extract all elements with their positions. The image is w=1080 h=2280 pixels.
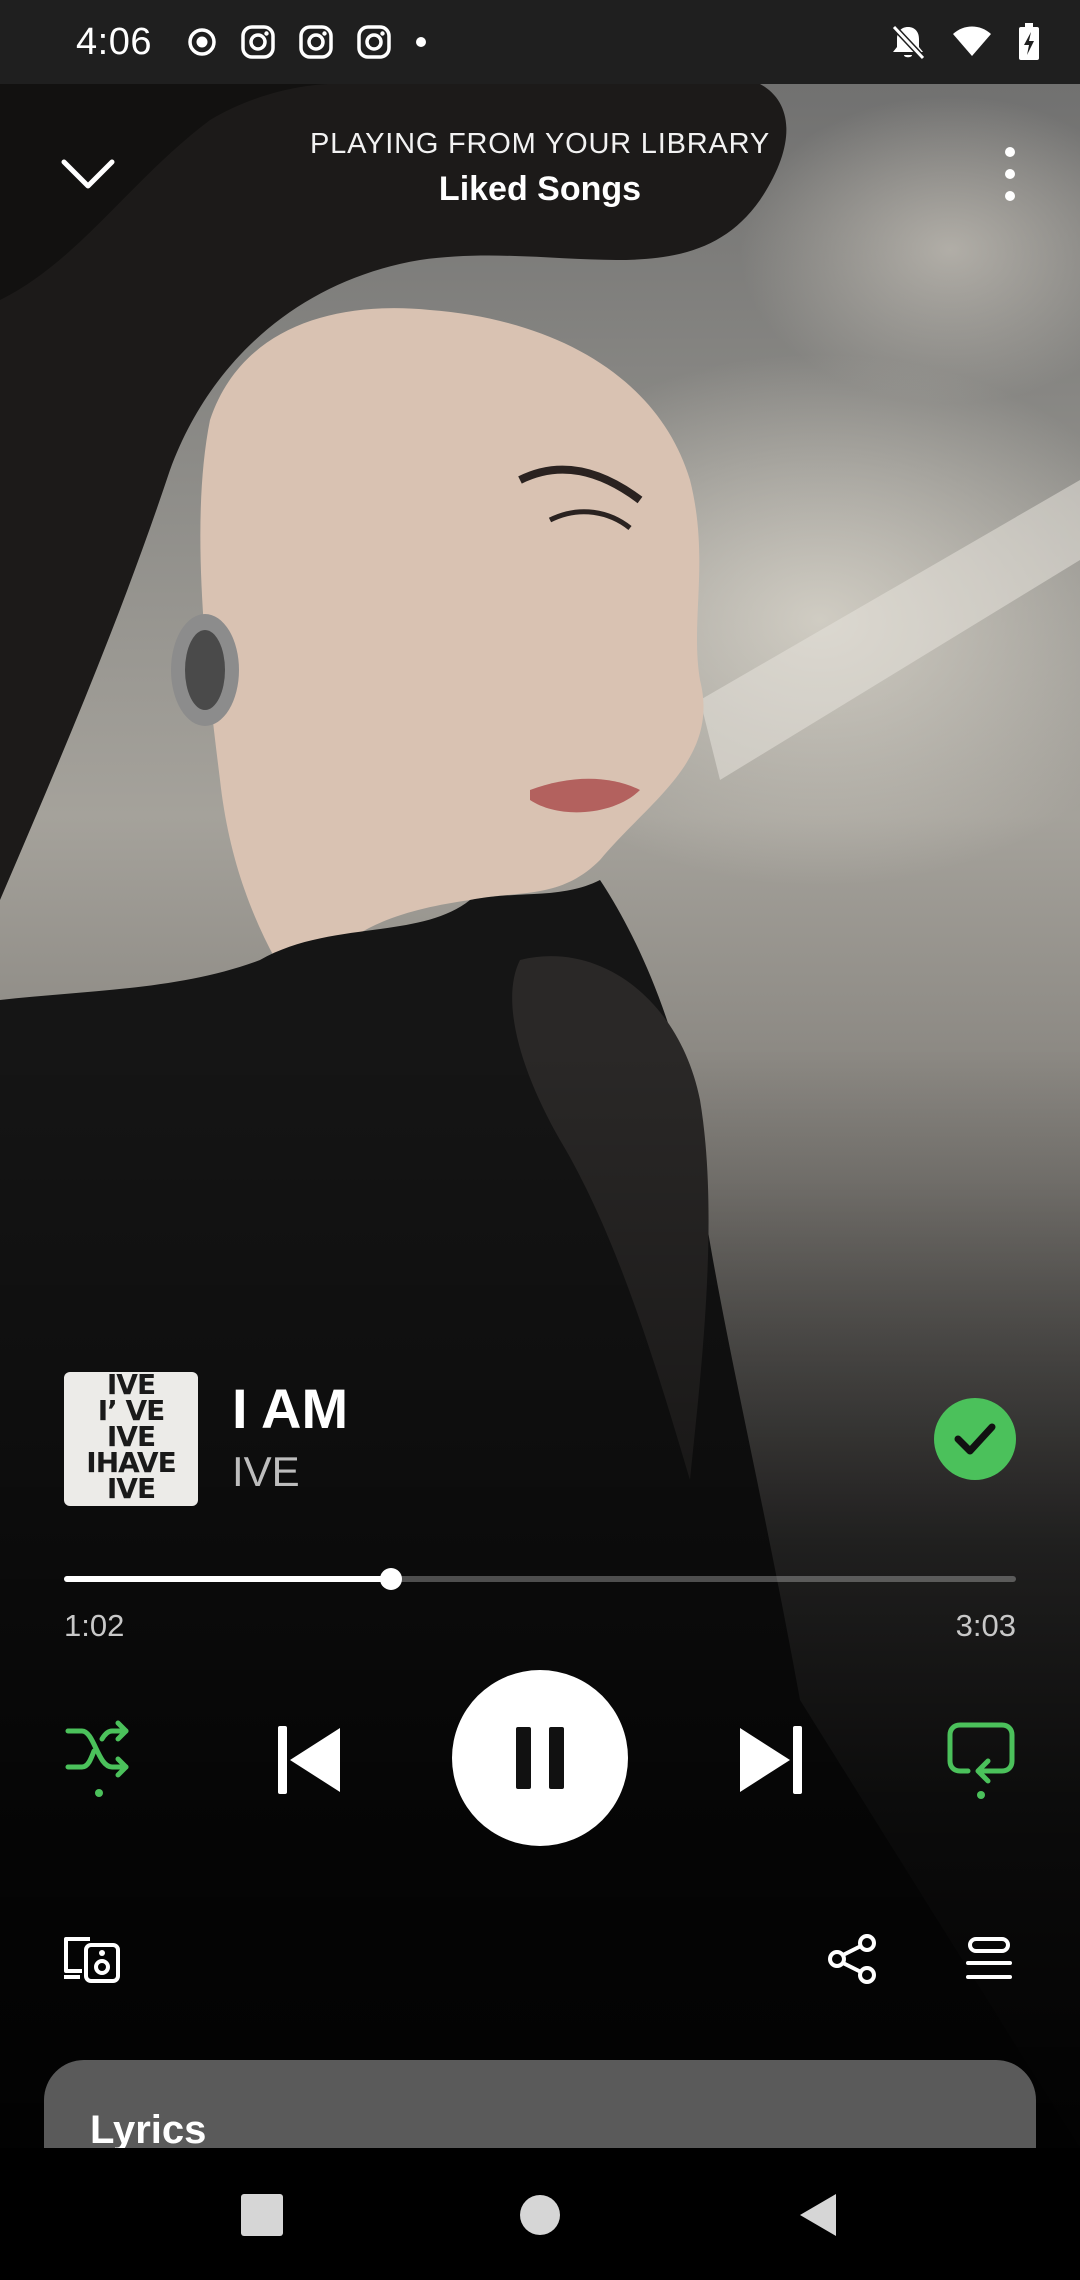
connect-devices-icon xyxy=(64,1937,120,1983)
track-info: IVE I’ VE IVE IHAVE IVE I AM IVE xyxy=(64,1372,1016,1506)
share-icon xyxy=(828,1934,876,1984)
next-button[interactable] xyxy=(728,1718,812,1802)
more-notifications-dot-icon xyxy=(414,35,428,49)
status-bar: 4:06 xyxy=(0,0,1080,84)
pause-icon xyxy=(516,1727,564,1789)
more-options-button[interactable] xyxy=(990,142,1030,206)
total-duration: 3:03 xyxy=(955,1608,1016,1643)
back-button[interactable] xyxy=(778,2180,858,2250)
instagram-icon xyxy=(298,24,334,60)
bell-off-icon xyxy=(890,23,926,61)
share-button[interactable] xyxy=(822,1928,884,1990)
wifi-icon xyxy=(952,26,992,58)
playing-context-title[interactable]: Liked Songs xyxy=(0,170,1080,209)
queue-button[interactable] xyxy=(958,1928,1020,1990)
previous-button[interactable] xyxy=(268,1718,352,1802)
liked-button[interactable] xyxy=(934,1398,1016,1480)
record-icon xyxy=(186,26,218,58)
check-icon xyxy=(954,1423,996,1455)
instagram-icon xyxy=(356,24,392,60)
album-art-text: IVE xyxy=(106,1472,156,1505)
repeat-button[interactable] xyxy=(940,1714,1022,1804)
battery-charging-icon xyxy=(1018,23,1040,61)
repeat-icon xyxy=(947,1722,1015,1799)
skip-previous-icon xyxy=(278,1726,340,1794)
system-status-icons xyxy=(890,23,1040,61)
track-artist[interactable]: IVE xyxy=(232,1448,300,1496)
home-button[interactable] xyxy=(500,2180,580,2250)
queue-icon xyxy=(966,1937,1012,1979)
playback-controls xyxy=(0,1668,1080,1848)
recents-button[interactable] xyxy=(222,2180,302,2250)
player-actions xyxy=(0,1924,1080,1994)
more-vertical-icon xyxy=(1005,147,1015,201)
playing-context-label: PLAYING FROM YOUR LIBRARY xyxy=(310,128,770,160)
lyrics-title: Lyrics xyxy=(90,2108,207,2148)
circle-icon xyxy=(520,2195,560,2235)
seek-bar-thumb[interactable] xyxy=(379,1568,402,1590)
notification-icons xyxy=(186,24,428,60)
shuffle-button[interactable] xyxy=(58,1714,140,1804)
back-triangle-icon xyxy=(800,2194,836,2236)
seek-bar[interactable] xyxy=(64,1568,1016,1590)
connect-devices-button[interactable] xyxy=(60,1928,122,1990)
instagram-icon xyxy=(240,24,276,60)
lyrics-card[interactable]: Lyrics xyxy=(44,2060,1036,2148)
player-header: PLAYING FROM YOUR LIBRARY Liked Songs xyxy=(0,84,1080,264)
status-time: 4:06 xyxy=(76,20,152,63)
square-icon xyxy=(241,2194,283,2236)
shuffle-icon xyxy=(65,1720,129,1797)
seek-bar-progress xyxy=(64,1576,391,1582)
track-title[interactable]: I AM xyxy=(232,1376,348,1441)
pause-button[interactable] xyxy=(452,1670,628,1846)
album-art[interactable]: IVE I’ VE IVE IHAVE IVE xyxy=(64,1372,198,1506)
system-nav-bar xyxy=(0,2148,1080,2280)
elapsed-time: 1:02 xyxy=(64,1608,125,1643)
skip-next-icon xyxy=(740,1726,802,1794)
